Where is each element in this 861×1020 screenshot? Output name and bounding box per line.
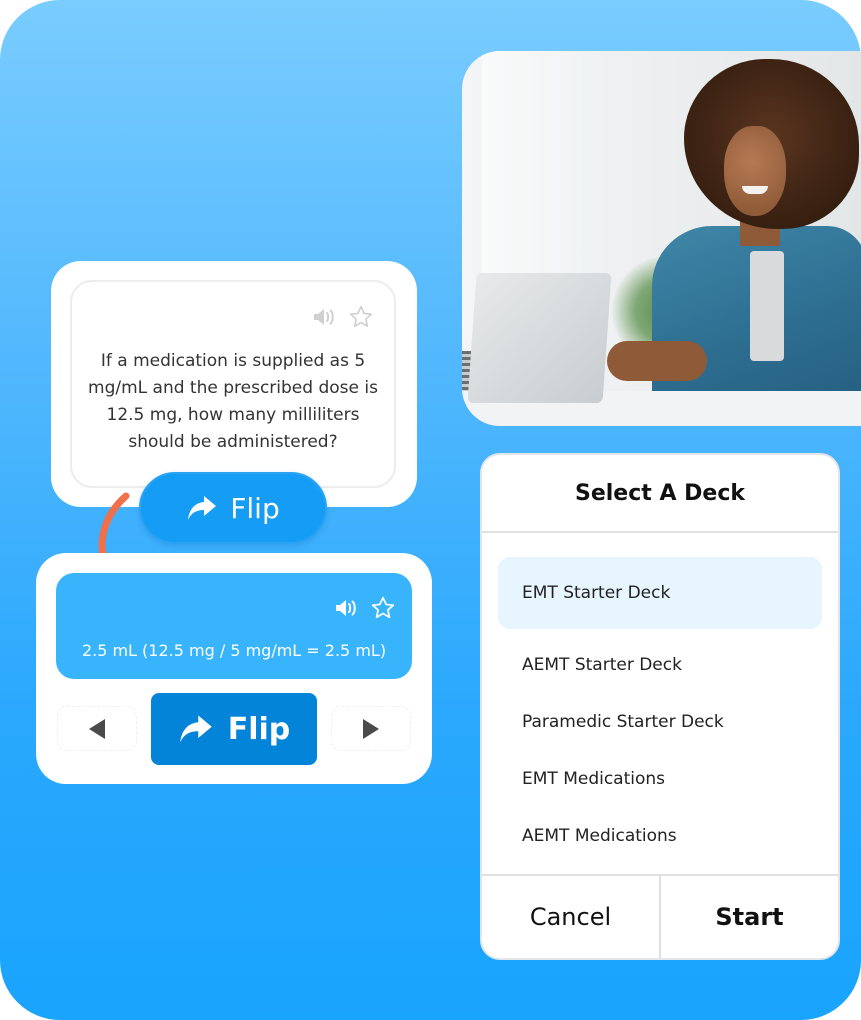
share-arrow-icon <box>178 713 214 745</box>
question-card-face: If a medication is supplied as 5 mg/mL a… <box>70 280 396 488</box>
question-flashcard: If a medication is supplied as 5 mg/mL a… <box>51 261 417 507</box>
photo-person-face <box>724 126 786 216</box>
deck-option-label: EMT Medications <box>522 769 666 789</box>
photo-person-shirt <box>750 251 784 361</box>
speaker-icon[interactable] <box>312 306 338 328</box>
select-deck-dialog: Select A Deck EMT Starter Deck AEMT Star… <box>480 453 840 960</box>
dialog-title: Select A Deck <box>482 455 838 533</box>
answer-text: 2.5 mL (12.5 mg / 5 mg/mL = 2.5 mL) <box>81 641 387 660</box>
deck-option-label: AEMT Starter Deck <box>522 655 682 675</box>
flip-button-label: Flip <box>230 491 280 525</box>
cancel-button[interactable]: Cancel <box>482 876 661 958</box>
deck-option-emt-starter[interactable]: EMT Starter Deck <box>498 557 822 629</box>
previous-card-button[interactable] <box>57 706 137 751</box>
flip-button[interactable]: Flip <box>139 472 327 544</box>
star-icon[interactable] <box>348 304 374 330</box>
deck-option-label: Paramedic Starter Deck <box>522 712 724 732</box>
flip-button-label: Flip <box>227 711 291 747</box>
question-text: If a medication is supplied as 5 mg/mL a… <box>88 351 378 452</box>
photo-person-smile <box>742 186 768 194</box>
triangle-right-icon <box>363 718 379 739</box>
next-card-button[interactable] <box>331 706 411 751</box>
answer-card-actions <box>334 595 396 621</box>
flip-button-primary[interactable]: Flip <box>151 693 317 765</box>
deck-option-label: AEMT Medications <box>522 826 677 846</box>
deck-option-aemt-medications[interactable]: AEMT Medications <box>498 800 822 872</box>
answer-card-face: 2.5 mL (12.5 mg / 5 mg/mL = 2.5 mL) <box>56 573 412 679</box>
star-icon[interactable] <box>370 595 396 621</box>
start-button[interactable]: Start <box>661 876 838 958</box>
student-photo <box>462 51 861 426</box>
dialog-footer: Cancel Start <box>482 874 838 958</box>
triangle-left-icon <box>89 718 105 739</box>
share-arrow-icon <box>186 494 218 522</box>
photo-person-hands <box>607 341 707 381</box>
question-card-actions <box>312 304 374 330</box>
photo-laptop <box>467 273 612 403</box>
answer-flashcard: 2.5 mL (12.5 mg / 5 mg/mL = 2.5 mL) Flip <box>36 553 432 784</box>
deck-option-label: EMT Starter Deck <box>522 583 671 603</box>
speaker-icon[interactable] <box>334 597 360 619</box>
